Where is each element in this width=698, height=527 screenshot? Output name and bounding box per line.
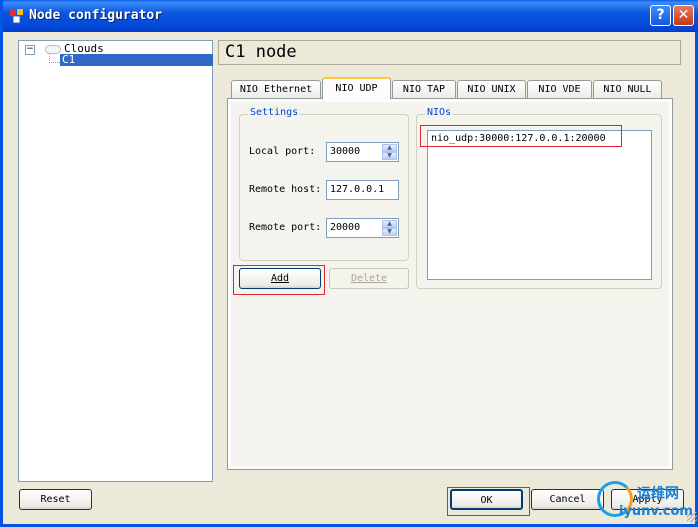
tab-nio-unix[interactable]: NIO UNIX — [457, 80, 526, 98]
tab-nio-vde[interactable]: NIO VDE — [527, 80, 592, 98]
watermark-text-top: 运维网 — [637, 486, 679, 502]
remote-port-spinner[interactable]: ▲ ▼ — [382, 220, 397, 236]
settings-group-title: Settings — [248, 107, 301, 118]
title-bar[interactable]: Node configurator ? ✕ — [3, 0, 698, 32]
reset-button[interactable]: Reset — [19, 489, 92, 510]
nio-highlight-box — [420, 125, 622, 147]
ok-highlight-box — [447, 487, 530, 516]
remote-host-label: Remote host: — [249, 184, 322, 195]
window-title: Node configurator — [29, 8, 163, 23]
spin-down-icon[interactable]: ▼ — [382, 228, 397, 236]
spin-down-icon[interactable]: ▼ — [382, 152, 397, 160]
watermark-text-bottom: iyunv.com — [619, 504, 693, 519]
tree-item-c1[interactable]: C1 — [60, 54, 213, 66]
tree-connector-line — [49, 54, 60, 63]
close-button[interactable]: ✕ — [673, 5, 694, 26]
help-button[interactable]: ? — [650, 5, 671, 26]
delete-button[interactable]: Delete — [329, 268, 409, 289]
collapse-icon[interactable]: − — [25, 45, 35, 55]
local-port-label: Local port: — [249, 146, 316, 157]
remote-port-spinbox[interactable]: 20000 ▲ ▼ — [326, 218, 399, 238]
tab-nio-tap[interactable]: NIO TAP — [392, 80, 456, 98]
watermark-logo: 运维网 iyunv.com — [593, 477, 698, 527]
app-icon — [10, 9, 23, 24]
tab-nio-udp[interactable]: NIO UDP — [322, 77, 391, 99]
local-port-spinbox[interactable]: 30000 ▲ ▼ — [326, 142, 399, 162]
cloud-icon — [45, 45, 61, 54]
tab-nio-ethernet[interactable]: NIO Ethernet — [231, 80, 321, 98]
node-tree[interactable]: − Clouds C1 — [18, 40, 213, 482]
nios-group-title: NIOs — [425, 107, 454, 118]
remote-host-input[interactable]: 127.0.0.1 — [326, 180, 399, 200]
node-title: C1 node — [225, 42, 297, 62]
remote-port-label: Remote port: — [249, 222, 322, 233]
add-highlight-box — [233, 265, 325, 295]
tab-nio-null[interactable]: NIO NULL — [593, 80, 662, 98]
spin-up-icon[interactable]: ▲ — [382, 144, 397, 152]
local-port-spinner[interactable]: ▲ ▼ — [382, 144, 397, 160]
local-port-value: 30000 — [330, 146, 361, 157]
spin-up-icon[interactable]: ▲ — [382, 220, 397, 228]
node-configurator-window: Node configurator ? ✕ − Clouds C1 C1 nod… — [0, 0, 698, 527]
node-title-box: C1 node — [218, 40, 681, 65]
nios-list[interactable]: nio_udp:30000:127.0.0.1:20000 — [427, 130, 652, 280]
remote-port-value: 20000 — [330, 222, 361, 233]
